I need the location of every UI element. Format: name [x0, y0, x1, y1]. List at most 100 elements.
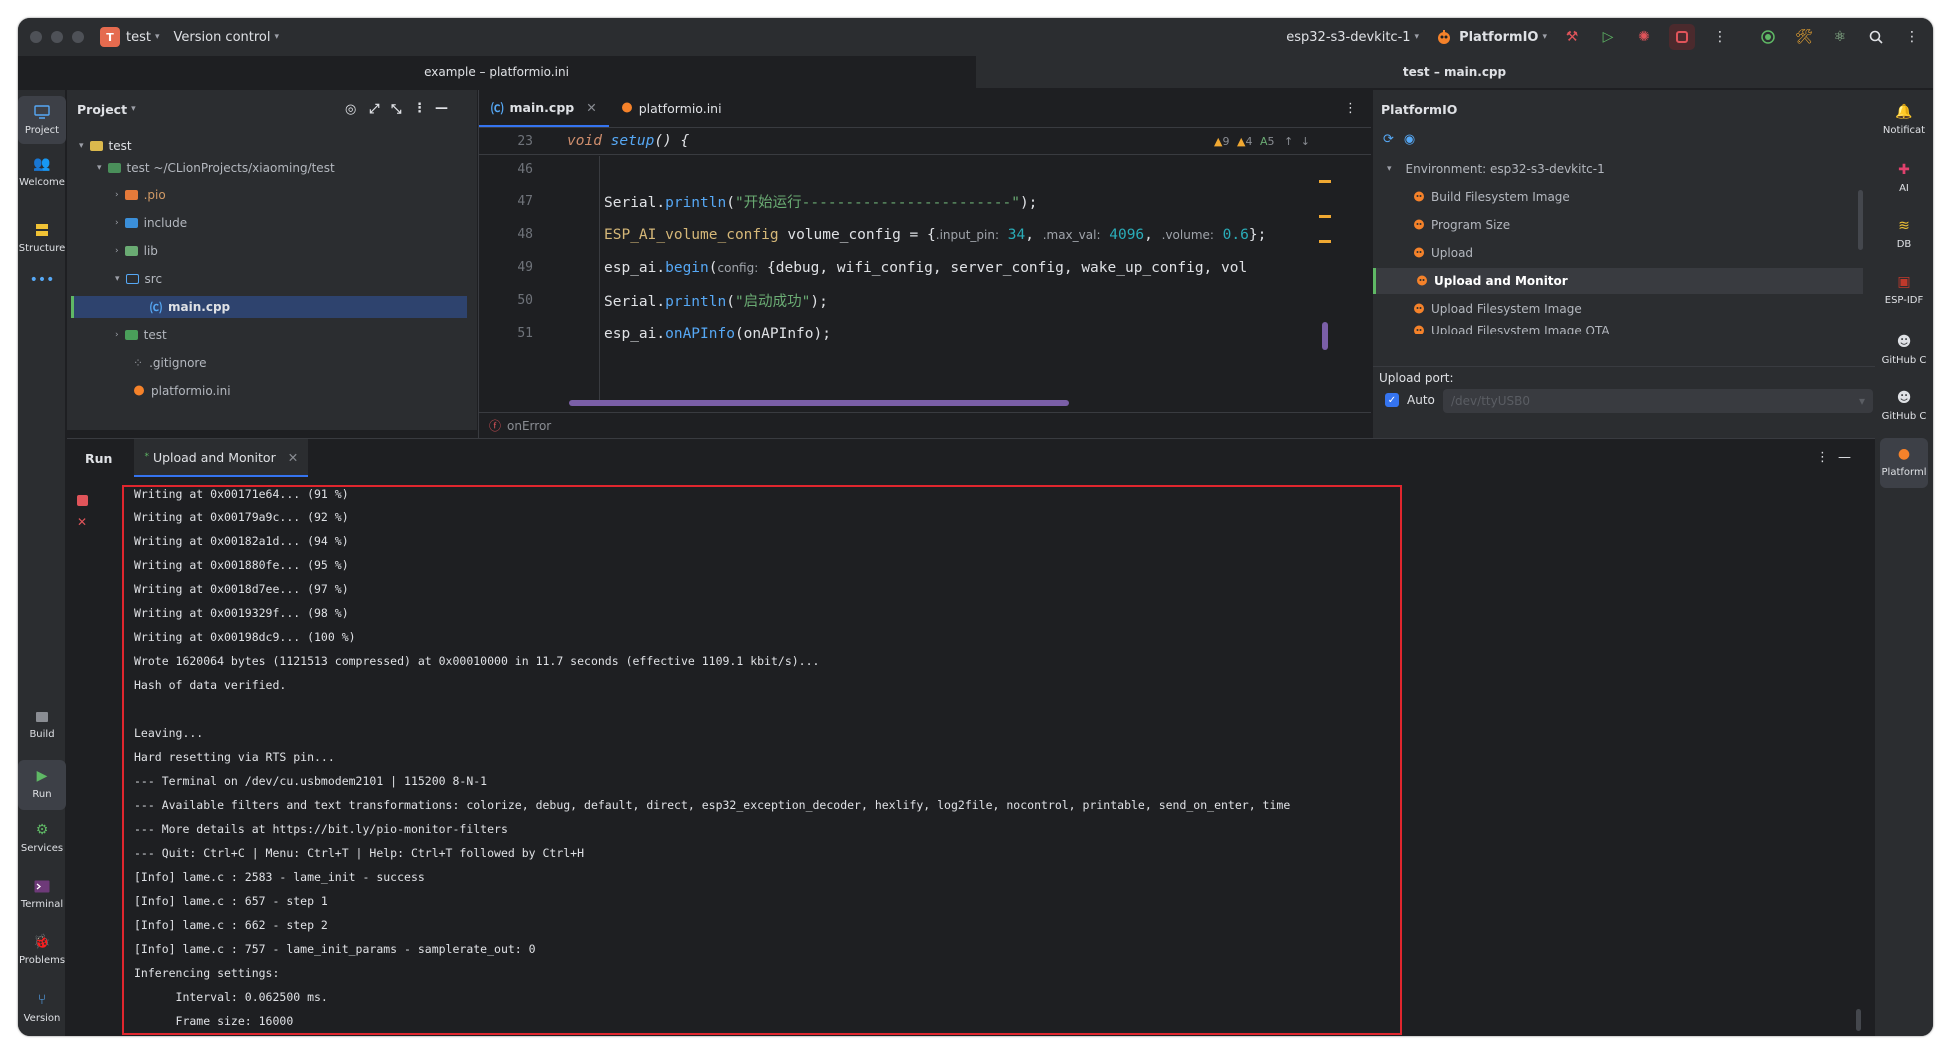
pio-task-item[interactable]: Upload Filesystem Image OTA — [1373, 324, 1863, 334]
run-icon[interactable]: ▷ — [1597, 26, 1619, 48]
project-panel-title[interactable]: Project — [77, 102, 127, 117]
more-vertical-icon[interactable]: ⋮ — [1709, 26, 1731, 48]
collapse-icon[interactable]: ⤡ — [391, 102, 401, 117]
inspection-widget[interactable]: ▲9 ▲4 A5 ↑ ↓ — [1214, 135, 1310, 148]
right-stripe-notificat[interactable]: 🔔 Notificat — [1880, 96, 1928, 146]
close-icon[interactable]: ✕ — [586, 100, 596, 115]
tree-item[interactable]: ▾ test — [75, 135, 132, 157]
vertical-scrollbar[interactable] — [1322, 322, 1328, 350]
horizontal-scrollbar[interactable] — [569, 400, 1069, 406]
tree-item-label: .pio — [143, 188, 166, 202]
breadcrumb[interactable]: ⓕ onError — [479, 412, 1371, 438]
error-stripe-mark[interactable] — [1319, 180, 1331, 183]
stripe-label: GitHub C — [1881, 355, 1927, 366]
close-window-button[interactable] — [30, 31, 42, 43]
atom-icon[interactable]: ⚛ — [1829, 26, 1851, 48]
scrollbar-thumb[interactable] — [1858, 190, 1863, 250]
stripe-problems[interactable]: 🐞 Problems — [18, 932, 66, 978]
stripe-project[interactable]: Project — [18, 96, 66, 144]
close-icon[interactable]: ✕ — [288, 450, 298, 465]
tree-item[interactable]: › include — [111, 212, 187, 234]
sticky-line[interactable]: 23 void setup() { ▲9 ▲4 A5 ↑ ↓ — [479, 128, 1371, 155]
right-stripe-github-c[interactable]: ☻ GitHub C — [1880, 382, 1928, 432]
right-stripe-github-c[interactable]: ☻ GitHub C — [1880, 326, 1928, 376]
tools-icon[interactable]: 🛠 — [1793, 26, 1815, 48]
hide-panel-icon[interactable]: — — [1838, 450, 1851, 465]
more-vertical-icon[interactable]: ⋮ — [1344, 101, 1357, 116]
pio-environment[interactable]: ▾ Environment: esp32-s3-devkitc-1 — [1373, 156, 1875, 182]
window-controls[interactable] — [30, 31, 84, 43]
vcs-menu[interactable]: Version control — [174, 30, 271, 45]
arrow-up-icon[interactable]: ↑ — [1284, 135, 1293, 148]
stop-icon[interactable] — [1669, 24, 1695, 50]
run-panel: Run * Upload and Monitor ✕ ⋮ — ✕ Writing… — [67, 438, 1875, 1036]
settings-more-icon[interactable]: ⋮ — [1901, 26, 1923, 48]
tab-platformio-ini[interactable]: platformio.ini — [609, 89, 734, 127]
stripe-version[interactable]: ⑂ Version — [18, 990, 66, 1036]
tab-main-cpp[interactable]: ⒞ main.cpp ✕ — [479, 89, 609, 127]
console-output[interactable]: Writing at 0x00171e64... (91 %) Writing a… — [122, 485, 1402, 1035]
search-icon[interactable] — [1865, 26, 1887, 48]
debug-icon[interactable]: ✺ — [1633, 26, 1655, 48]
auto-checkbox[interactable]: ✓ Auto — [1385, 393, 1435, 407]
stripe-welcome[interactable]: 👥 Welcome — [18, 154, 66, 200]
stripe-run[interactable]: ▶ Run — [18, 760, 66, 810]
error-stripe-mark[interactable] — [1319, 240, 1331, 243]
code-line[interactable]: 51 esp_ai.onAPInfo(onAPInfo); — [479, 320, 1319, 347]
run-config-selector[interactable]: esp32-s3-devkitc-1 — [1286, 30, 1410, 45]
tree-item[interactable]: ⁘ .gitignore — [133, 352, 206, 374]
arrow-down-icon[interactable]: ↓ — [1301, 135, 1310, 148]
stripe-more[interactable]: ••• — [18, 272, 66, 296]
run-tab-upload-monitor[interactable]: * Upload and Monitor ✕ — [134, 439, 309, 477]
code-line[interactable]: 48 ESP_AI_volume_config volume_config = {… — [479, 221, 1319, 248]
tree-item[interactable]: › test — [111, 324, 167, 346]
right-stripe-esp-idf[interactable]: ▣ ESP-IDF — [1880, 266, 1928, 316]
close-icon[interactable]: ✕ — [77, 515, 87, 529]
maximize-window-button[interactable] — [72, 31, 84, 43]
code-line[interactable]: 46 — [479, 156, 1319, 183]
more-vertical-icon[interactable]: ⋮ — [1816, 450, 1829, 465]
hide-panel-icon[interactable]: — — [435, 101, 448, 116]
right-stripe-platforml[interactable]: ● Platforml — [1880, 438, 1928, 488]
project-switcher[interactable]: test — [126, 30, 151, 45]
stripe-build[interactable]: Build — [18, 706, 66, 752]
tree-item[interactable]: platformio.ini — [133, 380, 231, 402]
refresh-icon[interactable]: ⟳ — [1383, 132, 1394, 147]
locate-icon[interactable]: ◎ — [345, 102, 356, 117]
tree-item[interactable]: ▾ test ~/CLionProjects/xiaoming/test — [93, 157, 335, 179]
pio-task-item[interactable]: Upload and Monitor — [1373, 268, 1863, 294]
stop-icon[interactable] — [77, 495, 88, 506]
scrollbar-thumb[interactable] — [1856, 1009, 1861, 1031]
code-with-me-icon[interactable] — [1757, 26, 1779, 48]
code-line[interactable]: 49 esp_ai.begin(config: {debug, wifi_conf… — [479, 254, 1319, 281]
platformio-menu[interactable]: PlatformIO — [1459, 30, 1538, 45]
more-vertical-icon[interactable]: ⋮ — [413, 101, 426, 116]
code-line[interactable]: 47 Serial.println("开始运行------------------… — [479, 188, 1319, 215]
tree-item[interactable]: ▾ src — [111, 268, 162, 290]
right-stripe-db[interactable]: ≋ DB — [1880, 210, 1928, 260]
build-hammer-icon[interactable]: ⚒ — [1561, 26, 1583, 48]
tree-item-label: main.cpp — [168, 300, 231, 314]
project-badge[interactable]: T — [100, 27, 120, 47]
right-stripe-ai[interactable]: ✚ AI — [1880, 154, 1928, 204]
expand-icon[interactable]: ⤢ — [369, 102, 379, 117]
stripe-structure[interactable]: Structure — [18, 220, 66, 266]
pio-task-item[interactable]: Upload — [1373, 240, 1863, 266]
stripe-services[interactable]: ⚙ Services — [18, 820, 66, 866]
tree-item[interactable]: › .pio — [111, 184, 166, 206]
stripe-terminal[interactable]: Terminal — [18, 876, 66, 922]
pio-task-item[interactable]: Program Size — [1373, 212, 1863, 238]
pio-task-item[interactable]: Build Filesystem Image — [1373, 184, 1863, 210]
eye-icon[interactable]: ◉ — [1404, 132, 1415, 147]
tree-item-selected[interactable]: ⒞ main.cpp — [71, 296, 467, 318]
minimize-window-button[interactable] — [51, 31, 63, 43]
line-number: 51 — [517, 326, 533, 341]
code-line[interactable]: 50 Serial.println("启动成功"); — [479, 287, 1319, 314]
upload-port-select[interactable]: /dev/ttyUSB0 ▾ — [1443, 389, 1873, 413]
pio-task-item[interactable]: Upload Filesystem Image — [1373, 296, 1863, 322]
tree-item-label: include — [143, 216, 188, 230]
platformio-icon: ● — [1897, 446, 1911, 462]
chevron-right-icon: › — [115, 218, 119, 228]
tree-item[interactable]: › lib — [111, 240, 158, 262]
error-stripe-mark[interactable] — [1319, 215, 1331, 218]
